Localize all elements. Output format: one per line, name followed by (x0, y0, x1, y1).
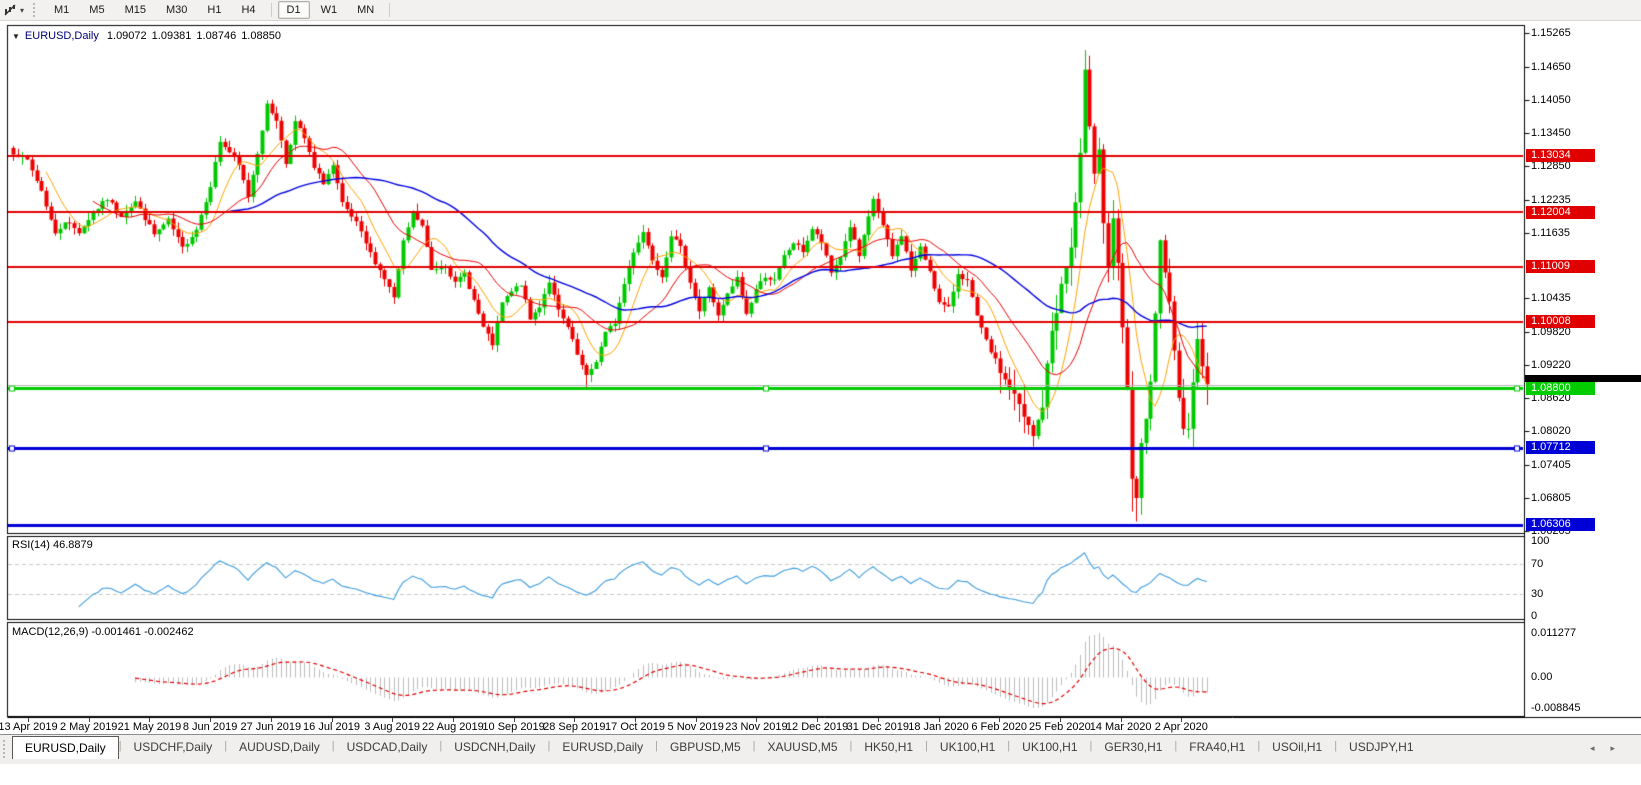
macd-scale-label: -0.008845 (1531, 702, 1581, 714)
time-axis-label: 2 May 2019 (60, 721, 117, 733)
timeframe-button-mn[interactable]: MN (348, 1, 383, 19)
chart-tab-usdcad-daily[interactable]: USDCAD,Daily (335, 735, 440, 758)
price-line-label: 1.07712 (1526, 441, 1595, 454)
toolbar-separator (271, 3, 272, 17)
price-tick-label: 1.10435 (1531, 292, 1571, 304)
symbol-collapse-icon[interactable]: ▼ (12, 32, 20, 41)
timeframe-button-h1[interactable]: H1 (198, 1, 230, 19)
price-line-label: 1.13034 (1526, 149, 1595, 162)
price-line-label: 1.06306 (1526, 518, 1595, 531)
price-tick-label: 1.12235 (1531, 194, 1571, 206)
time-axis-label: 3 Aug 2019 (364, 721, 420, 733)
time-axis-label: 28 Sep 2019 (543, 721, 605, 733)
rsi-scale-label: 70 (1531, 558, 1543, 570)
ohlc-open: 1.09072 (107, 30, 147, 42)
time-axis-label: 22 Aug 2019 (422, 721, 484, 733)
price-chart-canvas[interactable] (0, 21, 1641, 785)
time-axis-label: 23 Nov 2019 (725, 721, 787, 733)
chart-tab-xauusd-m5[interactable]: XAUUSD,M5 (755, 735, 849, 758)
chart-tab-eurusd-daily[interactable]: EURUSD,Daily (550, 735, 655, 758)
time-axis-label: 27 Jun 2019 (241, 721, 302, 733)
macd-label: MACD(12,26,9) -0.001461 -0.002462 (12, 626, 194, 638)
chart-tab-usdjpy-h1[interactable]: USDJPY,H1 (1337, 735, 1425, 758)
price-line-label: 1.12004 (1526, 206, 1595, 219)
rsi-label: RSI(14) 46.8879 (12, 539, 93, 551)
price-tick-label: 1.13450 (1531, 127, 1571, 139)
rsi-scale-label: 100 (1531, 535, 1549, 547)
time-axis-label: 6 Feb 2020 (971, 721, 1027, 733)
rsi-scale-label: 30 (1531, 588, 1543, 600)
chart-title: ▼ EURUSD,Daily 1.09072 1.09381 1.08746 1.0885… (12, 30, 286, 42)
chart-tab-usdchf-daily[interactable]: USDCHF,Daily (122, 735, 225, 758)
time-axis-label: 17 Oct 2019 (605, 721, 665, 733)
timeframe-button-m30[interactable]: M30 (157, 1, 196, 19)
price-line-label: 1.11009 (1526, 260, 1595, 273)
bid-price-marker (1525, 375, 1641, 382)
timeframe-button-w1[interactable]: W1 (312, 1, 347, 19)
time-axis-label: 2 Apr 2020 (1155, 721, 1208, 733)
chart-cursor-icon[interactable] (2, 2, 18, 18)
price-tick-label: 1.08020 (1531, 425, 1571, 437)
timeframe-buttons: M1M5M15M30H1H4 D1W1MN (44, 1, 395, 19)
time-axis-label: 5 Nov 2019 (668, 721, 724, 733)
chart-tab-usoil-h1[interactable]: USOil,H1 (1260, 735, 1334, 758)
chart-tab-eurusd-daily[interactable]: EURUSD,Daily (12, 736, 119, 759)
price-tick-label: 1.11635 (1531, 227, 1570, 239)
price-tick-label: 1.15265 (1531, 27, 1571, 39)
tab-bar-grip[interactable] (3, 740, 8, 758)
time-axis-label: 21 May 2019 (118, 721, 182, 733)
tab-scroll-buttons: ◂▸ (1590, 743, 1631, 754)
price-line-label: 1.10008 (1526, 315, 1595, 328)
price-line-label: 1.08800 (1526, 382, 1595, 395)
time-axis-label: 18 Jan 2020 (908, 721, 969, 733)
chart-tab-hk50-h1[interactable]: HK50,H1 (852, 735, 925, 758)
time-axis-label: 14 Mar 2020 (1090, 721, 1152, 733)
rsi-scale-label: 0 (1531, 610, 1537, 622)
time-axis-label: 16 Jul 2019 (303, 721, 360, 733)
price-tick-label: 1.14650 (1531, 61, 1571, 73)
macd-scale-label: 0.00 (1531, 671, 1552, 683)
chart-tab-uk100-h1[interactable]: UK100,H1 (928, 735, 1007, 758)
timeframe-button-m5[interactable]: M5 (80, 1, 113, 19)
time-axis-label: 13 Apr 2019 (0, 721, 58, 733)
price-tick-label: 1.06805 (1531, 492, 1571, 504)
ohlc-high: 1.09381 (152, 30, 192, 42)
time-axis-label: 25 Feb 2020 (1029, 721, 1091, 733)
chart-cursor-dropdown-icon[interactable]: ▾ (20, 6, 24, 15)
tab-scroll-right-icon[interactable]: ▸ (1610, 743, 1631, 753)
price-tick-label: 1.09220 (1531, 359, 1571, 371)
chart-window: ▼ EURUSD,Daily 1.09072 1.09381 1.08746 1.0885… (0, 21, 1641, 735)
chart-tab-usdcnh-daily[interactable]: USDCNH,Daily (442, 735, 547, 758)
chart-tab-uk100-h1[interactable]: UK100,H1 (1010, 735, 1089, 758)
price-tick-label: 1.07405 (1531, 459, 1571, 471)
price-tick-label: 1.14050 (1531, 94, 1571, 106)
tab-scroll-left-icon[interactable]: ◂ (1590, 743, 1611, 753)
timeframe-button-m1[interactable]: M1 (45, 1, 78, 19)
timeframe-button-h4[interactable]: H4 (232, 1, 264, 19)
toolbar-separator (389, 3, 390, 17)
ohlc-close: 1.08850 (241, 30, 281, 42)
toolbar-grip[interactable] (33, 3, 39, 17)
time-axis-label: 8 Jun 2019 (183, 721, 237, 733)
chart-tab-gbpusd-m5[interactable]: GBPUSD,M5 (658, 735, 753, 758)
timeframe-button-d1[interactable]: D1 (278, 1, 310, 19)
chart-tabs: EURUSD,Daily|USDCHF,Daily|AUDUSD,Daily|U… (12, 735, 1426, 759)
chart-tab-fra40-h1[interactable]: FRA40,H1 (1177, 735, 1257, 758)
time-axis-label: 10 Sep 2019 (482, 721, 544, 733)
time-axis-label: 12 Dec 2019 (786, 721, 848, 733)
ohlc-low: 1.08746 (196, 30, 236, 42)
chart-tab-bar: EURUSD,Daily|USDCHF,Daily|AUDUSD,Daily|U… (0, 734, 1641, 764)
timeframe-button-m15[interactable]: M15 (116, 1, 155, 19)
chart-symbol-label: EURUSD,Daily (25, 30, 99, 42)
time-axis-label: 31 Dec 2019 (847, 721, 909, 733)
chart-tab-audusd-daily[interactable]: AUDUSD,Daily (227, 735, 332, 758)
top-toolbar: ▾ M1M5M15M30H1H4 D1W1MN (0, 0, 1641, 21)
chart-tab-ger30-h1[interactable]: GER30,H1 (1092, 735, 1174, 758)
macd-scale-label: 0.011277 (1531, 627, 1576, 639)
